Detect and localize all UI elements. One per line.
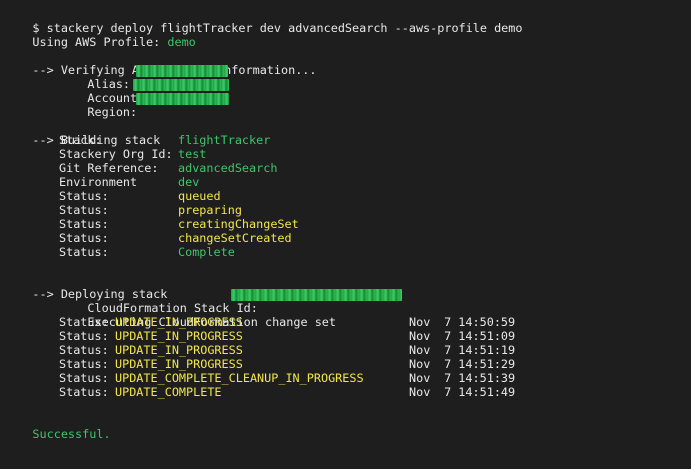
deploy-status-row: Status: UPDATE_COMPLETE Nov 7 14:51:49 [59,385,529,399]
deploy-status-time: 7 14:51:39 [437,371,516,385]
gitref-line: Git Reference: advancedSearch [59,161,459,175]
gitref-label: Git Reference: [59,161,159,175]
deploy-status-row: Status: UPDATE_IN_PROGRESS Nov 7 14:51:1… [59,343,529,357]
deploy-status-time: 7 14:50:59 [437,315,516,329]
alias-line: Alias: [59,63,130,91]
region-label: Region: [87,105,138,119]
region-line: Region: [59,91,137,119]
executing-line: Executing CloudFormation change set [59,301,336,329]
account-redacted [133,79,229,91]
deploy-status-row: Status: UPDATE_COMPLETE_CLEANUP_IN_PROGR… [59,371,529,385]
deploy-status-time: 7 14:51:29 [437,357,516,371]
org-line: Stackery Org Id: test [59,147,459,161]
build-status-value: changeSetCreated [178,231,292,245]
terminal-window[interactable]: $ stackery deploy flightTracker dev adva… [0,0,691,441]
deploy-status-month: Nov [409,371,431,385]
deploy-status-time: 7 14:51:09 [437,329,516,343]
stack-value: flightTracker [178,133,271,147]
build-status-line: Status: changeSetCreated [59,231,459,245]
deploy-status-month: Nov [409,343,431,357]
org-value: test [178,147,207,161]
deploy-status-time: 7 14:51:49 [437,385,516,399]
build-status-value: creatingChangeSet [178,217,299,231]
status-label: Status: [59,245,109,259]
deploy-status-label: Status: [59,357,116,371]
status-label: Status: [59,217,109,231]
deploy-status-value: UPDATE_COMPLETE_CLEANUP_IN_PROGRESS [115,371,364,385]
build-header: --> Building stack [4,119,160,147]
profile-value: demo [167,35,196,49]
org-label: Stackery Org Id: [59,147,173,161]
env-label: Environment [59,175,138,189]
cf-stack-redacted [231,289,402,301]
env-line: Environment dev [59,175,459,189]
region-redacted [136,93,229,105]
build-status-line: Status: creatingChangeSet [59,217,459,231]
deploy-status-month: Nov [409,315,431,329]
build-status-value: preparing [178,203,242,217]
status-label: Status: [59,203,109,217]
deploy-status-label: Status: [59,329,116,343]
result-line: Successful. [4,413,110,441]
deploy-status-row: Status: UPDATE_IN_PROGRESS Nov 7 14:51:0… [59,329,529,343]
deploy-status-row: Status: UPDATE_IN_PROGRESS Nov 7 14:51:2… [59,357,529,371]
deploy-status-label: Status: [59,315,116,329]
deploy-status-month: Nov [409,329,431,343]
build-status-line: Status: Complete [59,245,459,259]
build-status-line: Status: preparing [59,203,459,217]
command-line: $ stackery deploy flightTracker dev adva… [4,7,522,35]
result-text: Successful. [32,427,111,441]
status-label: Status: [59,231,109,245]
build-status-value: queued [178,189,221,203]
alias-redacted [136,65,228,77]
deploy-status-label: Status: [59,385,116,399]
profile-label: Using AWS Profile: [32,35,168,49]
build-status-line: Status: queued [59,189,459,203]
env-value: dev [178,175,200,189]
deploy-status-value: UPDATE_IN_PROGRESS [115,343,243,357]
status-label: Status: [59,189,109,203]
stack-line: Stack: flightTracker [59,133,459,147]
deploy-status-label: Status: [59,343,116,357]
deploy-status-month: Nov [409,357,431,371]
profile-line: Using AWS Profile: demo [4,21,195,49]
verify-header: --> Verifying AWS account information... [4,49,316,77]
deploy-status-label: Status: [59,371,116,385]
deploy-status-time: 7 14:51:19 [437,343,516,357]
deploy-status-month: Nov [409,385,431,399]
deploy-header: --> Deploying stack [4,273,167,301]
deploy-status-value: UPDATE_IN_PROGRESS [115,329,243,343]
cf-stack-line: CloudFormation Stack Id: [59,287,257,315]
deploy-status-value: UPDATE_COMPLETE [115,385,222,399]
gitref-value: advancedSearch [178,161,278,175]
build-status-value: Complete [178,245,235,259]
stack-label: Stack: [59,133,102,147]
deploy-status-value: UPDATE_IN_PROGRESS [115,357,243,371]
deploy-status-value: UPDATE_IN_PROGRESS [115,315,243,329]
deploy-status-row: Status: UPDATE_IN_PROGRESS Nov 7 14:50:5… [59,315,529,329]
